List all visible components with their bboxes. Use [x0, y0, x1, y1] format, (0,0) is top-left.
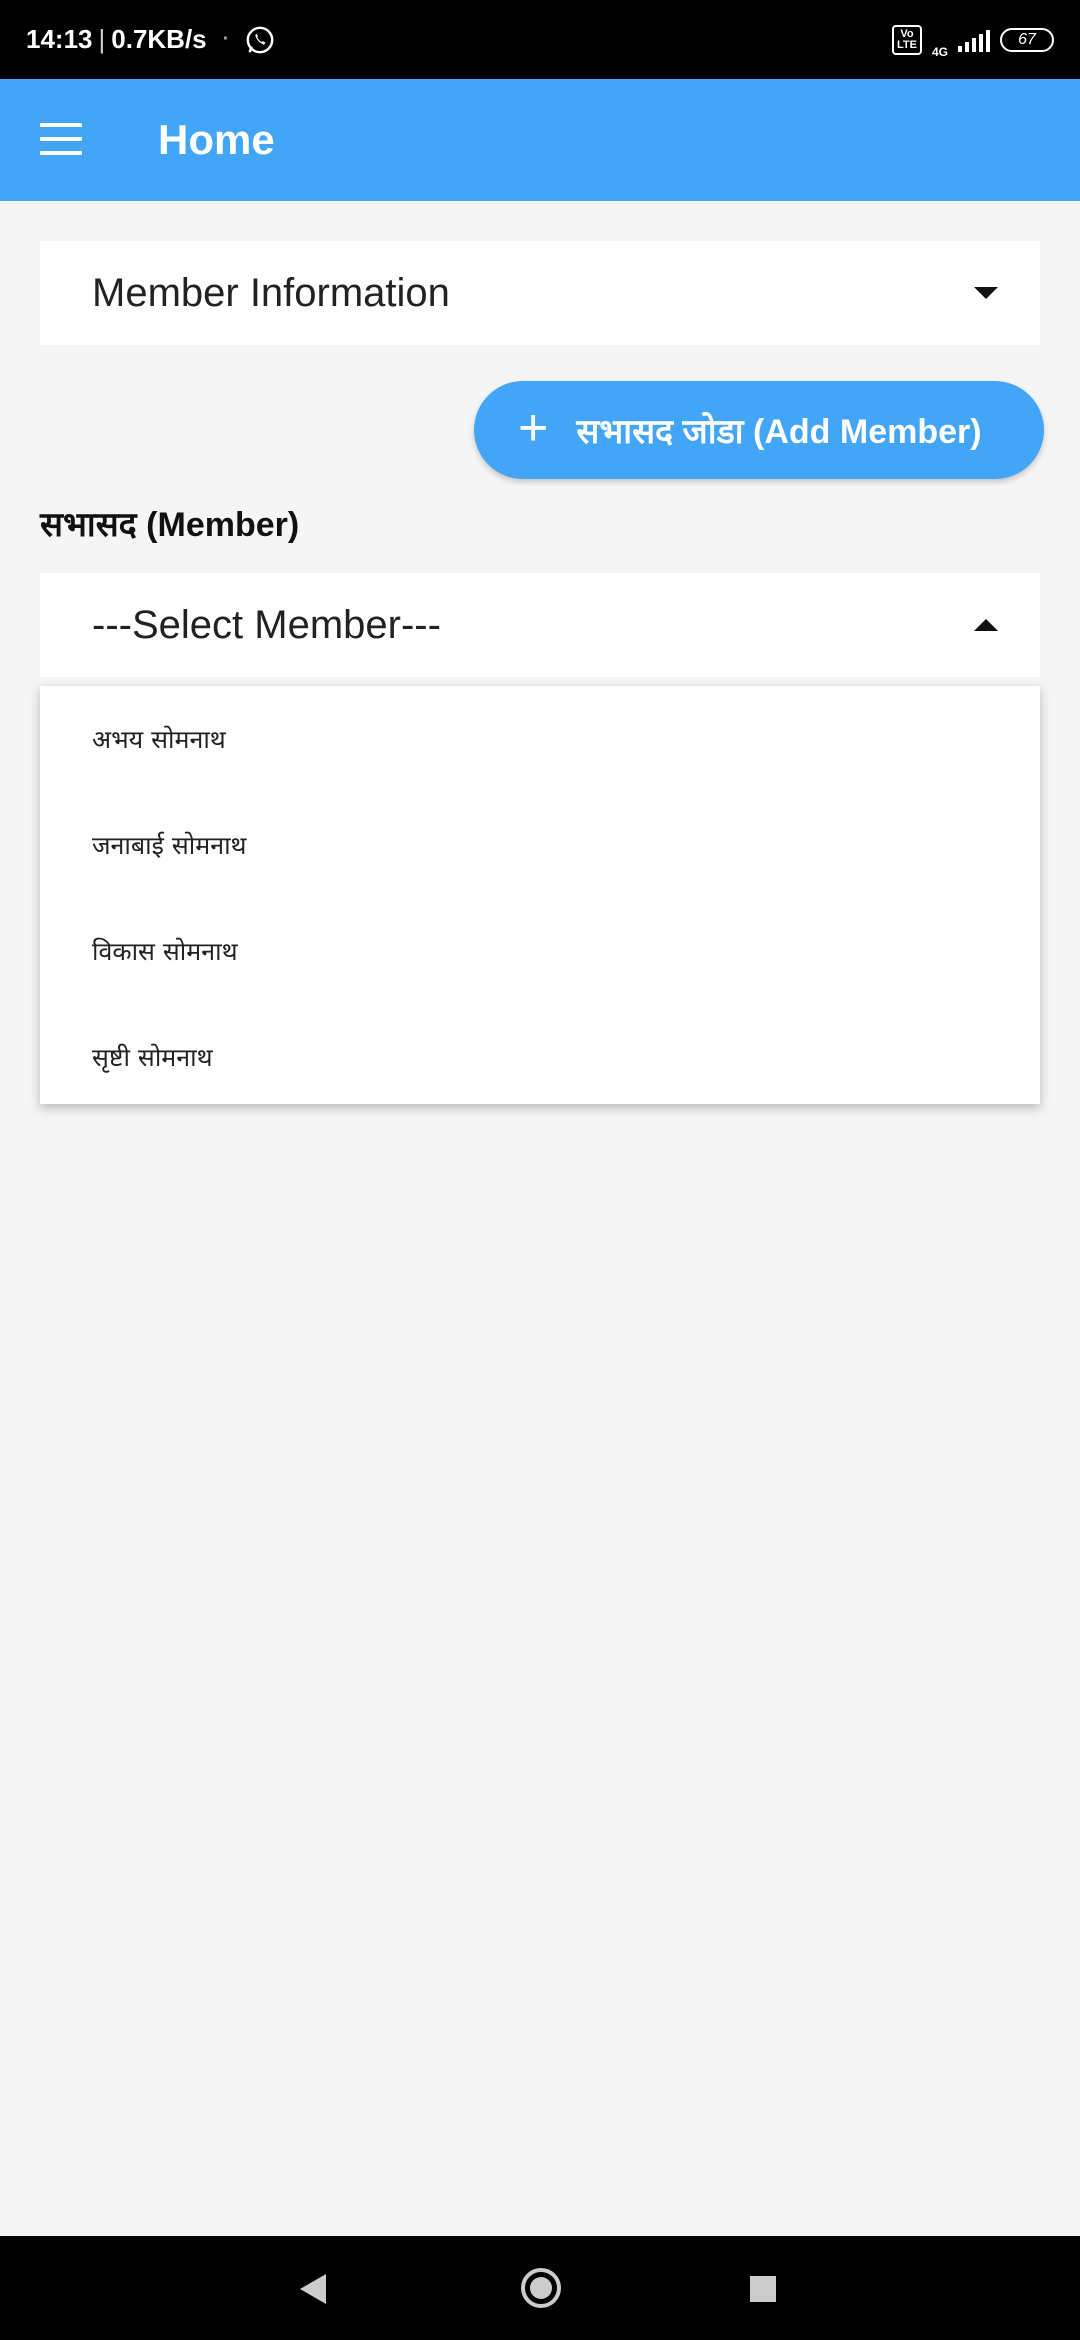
status-separator: | [98, 24, 106, 54]
member-information-dropdown[interactable]: Member Information [40, 241, 1040, 345]
status-speed: 0.7KB/s [111, 24, 207, 54]
hamburger-menu-icon[interactable] [40, 123, 82, 155]
network-type: 4G [931, 44, 948, 59]
signal-icon [958, 28, 990, 52]
member-section-label: सभासद (Member) [40, 506, 300, 544]
member-information-value: Member Information [92, 270, 450, 315]
caret-up-icon [974, 619, 998, 631]
app-bar: Home [0, 79, 1080, 201]
recent-apps-icon[interactable] [750, 2276, 776, 2302]
member-options-list: अभय सोमनाथ जनाबाई सोमनाथ विकास सोमनाथ सृ… [40, 686, 1040, 1104]
add-member-label: सभासद जोडा (Add Member) [576, 413, 982, 451]
home-icon[interactable] [521, 2268, 561, 2308]
add-member-button[interactable]: + सभासद जोडा (Add Member) [474, 381, 1044, 479]
status-bar: 14:13 | 0.7KB/s · Vo LTE 4G 67 [0, 0, 1080, 79]
status-left: 14:13 | 0.7KB/s · [26, 24, 275, 55]
status-right: Vo LTE 4G 67 [892, 22, 1054, 58]
status-dot: · [222, 28, 230, 50]
page-title: Home [158, 116, 275, 163]
back-icon[interactable] [300, 2274, 326, 2304]
plus-icon: + [518, 399, 549, 457]
select-member-value: ---Select Member--- [92, 602, 441, 647]
whatsapp-icon [246, 26, 274, 53]
member-option[interactable]: सृष्टी सोमनाथ [40, 1004, 1040, 1110]
battery-icon: 67 [1000, 27, 1054, 52]
caret-down-icon [974, 287, 998, 299]
navigation-bar [0, 2236, 1080, 2340]
member-option[interactable]: अभय सोमनाथ [40, 686, 1040, 792]
member-option[interactable]: जनाबाई सोमनाथ [40, 792, 1040, 898]
member-option[interactable]: विकास सोमनाथ [40, 898, 1040, 1004]
volte-icon: Vo LTE [892, 24, 922, 55]
status-time: 14:13 [26, 24, 93, 54]
select-member-dropdown[interactable]: ---Select Member--- [40, 573, 1040, 677]
